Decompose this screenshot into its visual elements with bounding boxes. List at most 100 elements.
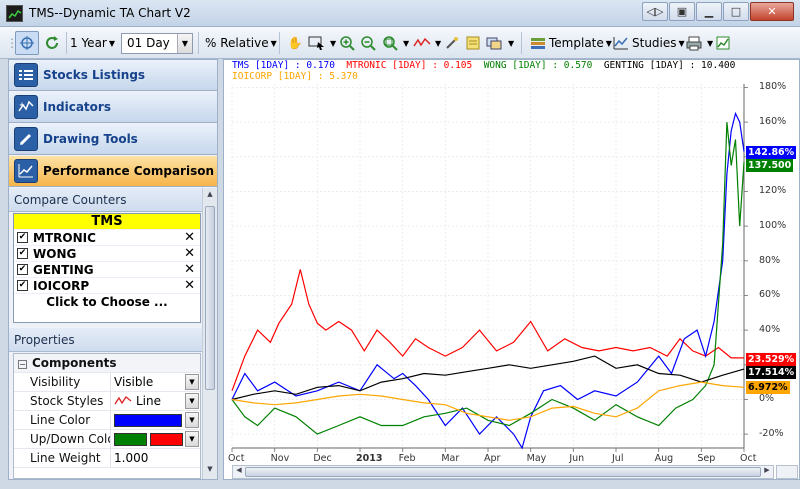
toolbar: ⋮ 1 Year ▼ 01 Day ▼ % Relative ▼ ✋ ▼ ▼ ▼ ▼… (0, 27, 800, 59)
compare-counters-title: Compare Counters (14, 192, 127, 207)
zoom-fit-button[interactable]: ▼ (379, 31, 409, 55)
scroll-corner (776, 465, 798, 479)
counter-row[interactable]: ✔ WONG ✕ (14, 246, 200, 262)
chevron-down-icon[interactable]: ▼ (185, 393, 199, 409)
refresh-button[interactable] (41, 31, 63, 55)
legend-wong: WONG [1DAY] : 0.570 (483, 60, 593, 71)
nav-indicators[interactable]: + Indicators (9, 92, 217, 123)
remove-icon[interactable]: ✕ (184, 246, 195, 261)
nav-drawing-tools[interactable]: Drawing Tools (9, 124, 217, 155)
remove-icon[interactable]: ✕ (184, 230, 195, 245)
counter-checkbox[interactable]: ✔ (17, 248, 28, 259)
restore-arrows-icon[interactable]: ◁▷ (642, 2, 668, 21)
eraser-button[interactable] (441, 31, 463, 55)
scroll-down-icon[interactable]: ▼ (205, 465, 215, 477)
nav-label: Indicators (43, 100, 111, 114)
chart-horizontal-scrollbar[interactable]: ◀ ▶ (232, 465, 774, 479)
chevron-down-icon[interactable]: ▼ (185, 374, 199, 390)
choose-counter-button[interactable]: Click to Choose ... (14, 294, 200, 310)
x-tick-label: Feb (398, 453, 416, 464)
remove-icon[interactable]: ✕ (184, 262, 195, 277)
interval-select[interactable]: 01 Day ▼ (121, 32, 193, 54)
y-tick-label: 100% (759, 220, 787, 232)
studies-button[interactable]: Studies ▼ (610, 31, 685, 55)
x-tick-label: Sep (697, 453, 716, 464)
template-label: Template (549, 36, 604, 50)
y-tick-label: 180% (759, 81, 787, 93)
base-counter-label: TMS (91, 214, 123, 229)
line-weight-input[interactable]: 1.000 (110, 449, 200, 467)
printer-icon (683, 32, 705, 54)
line-style-icon (114, 396, 132, 405)
scroll-left-icon[interactable]: ◀ (234, 466, 244, 478)
notes-icon (462, 32, 484, 54)
line-color-label: Line Color (30, 413, 91, 427)
y-tick-label: 0% (759, 393, 775, 405)
x-tick-label: Oct (740, 453, 757, 464)
last-value-tag-mtronic: 23.529% (746, 352, 797, 366)
counter-row[interactable]: ✔ GENTING ✕ (14, 262, 200, 278)
compare-counters-header: Compare Counters (9, 188, 202, 212)
snapshot-icon[interactable]: ▣ (669, 2, 695, 21)
zoom-in-button[interactable] (336, 31, 358, 55)
y-tick-label: 60% (759, 289, 781, 301)
counter-checkbox[interactable]: ✔ (17, 232, 28, 243)
x-tick-label: Apr (484, 453, 501, 464)
export-image-button[interactable] (712, 31, 734, 55)
stock-styles-select[interactable]: Line ▼ (110, 392, 200, 410)
nav-label: Drawing Tools (43, 132, 138, 146)
chart-panel[interactable]: TMS [1DAY] : 0.170 MTRONIC [1DAY] : 0.10… (223, 59, 800, 480)
counter-name: IOICORP (33, 278, 90, 293)
title-bar: TMS--Dynamic TA Chart V2 ◁▷ ▣ ▁ □ ✕ (0, 0, 800, 27)
nav-stocks-listings[interactable]: Stocks Listings (9, 60, 217, 91)
notes-button[interactable] (462, 31, 484, 55)
minimize-button[interactable]: ▁ (696, 2, 722, 21)
left-panel-scrollbar[interactable]: ▲ ▼ (202, 188, 217, 479)
status-bar (0, 480, 800, 489)
template-button[interactable]: Template ▼ (527, 31, 612, 55)
counter-checkbox[interactable]: ✔ (17, 280, 28, 291)
stock-styles-value: Line (136, 394, 162, 408)
chevron-down-icon[interactable]: ▼ (185, 412, 199, 428)
pan-tool-button[interactable]: ✋ (284, 31, 306, 55)
components-group[interactable]: − Components (14, 354, 200, 373)
stock-styles-label: Stock Styles (30, 394, 104, 408)
chevron-down-icon[interactable]: ▼ (177, 33, 192, 53)
counter-row[interactable]: ✔ MTRONIC ✕ (14, 230, 200, 246)
remove-icon[interactable]: ✕ (184, 278, 195, 293)
counters-input[interactable] (13, 309, 201, 323)
visibility-row: Visibility Visible ▼ (14, 373, 200, 392)
zoom-out-icon (357, 32, 379, 54)
close-button[interactable]: ✕ (750, 2, 794, 21)
y-tick-label: 40% (759, 324, 781, 336)
app-chart-icon (6, 5, 23, 22)
legend-genting: GENTING [1DAY] : 10.400 (603, 60, 736, 71)
maximize-button[interactable]: □ (723, 2, 749, 21)
counter-row[interactable]: ✔ IOICORP ✕ (14, 278, 200, 294)
select-tool-button[interactable]: ▼ (306, 31, 336, 55)
updown-color-select[interactable]: ▼ (110, 430, 200, 448)
line-color-select[interactable]: ▼ (110, 411, 200, 429)
wand-icon (441, 32, 463, 54)
chevron-down-icon[interactable]: ▼ (185, 431, 199, 447)
scroll-up-icon[interactable]: ▲ (205, 190, 215, 202)
scrollbar-thumb[interactable] (245, 467, 761, 477)
print-button[interactable]: ▼ (683, 31, 713, 55)
x-tick-label: Nov (270, 453, 290, 464)
scale-mode-dropdown[interactable]: % Relative ▼ (205, 31, 277, 55)
collapse-icon[interactable]: − (18, 360, 27, 369)
chevron-down-icon: ▼ (508, 38, 515, 48)
legend-tms: TMS [1DAY] : 0.170 (232, 60, 335, 71)
period-dropdown[interactable]: 1 Year ▼ (70, 31, 115, 55)
line-style-button[interactable]: ▼ (411, 31, 441, 55)
crosshair-toggle-button[interactable] (15, 31, 39, 55)
scrollbar-thumb[interactable] (205, 206, 215, 390)
zoom-out-button[interactable] (357, 31, 379, 55)
layers-button[interactable]: ▼ (484, 31, 514, 55)
visibility-select[interactable]: Visible ▼ (110, 373, 200, 391)
comparison-chart[interactable] (224, 60, 799, 465)
nav-performance-comparison[interactable]: Performance Comparison (9, 156, 217, 187)
scroll-right-icon[interactable]: ▶ (762, 466, 772, 478)
line-weight-label: Line Weight (30, 451, 101, 465)
counter-checkbox[interactable]: ✔ (17, 264, 28, 275)
